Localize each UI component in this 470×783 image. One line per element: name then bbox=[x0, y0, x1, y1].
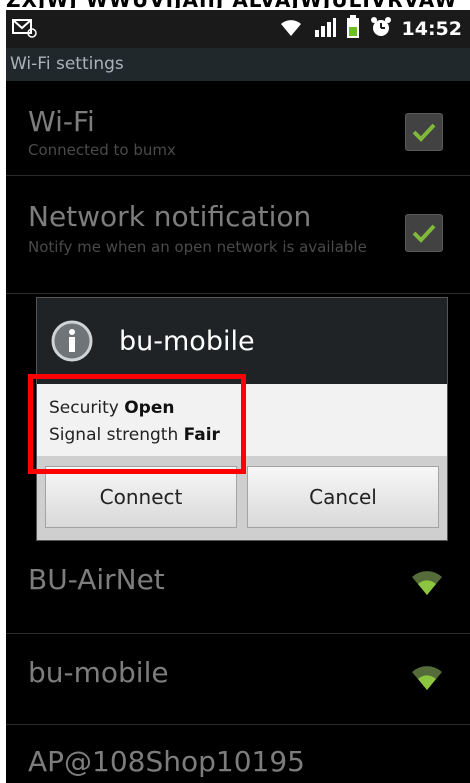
status-bar: 14:52 bbox=[6, 10, 470, 48]
signal-strength-label: Signal strength bbox=[49, 425, 179, 445]
network-name: bu-mobile bbox=[28, 656, 169, 689]
dialog-title: bu-mobile bbox=[119, 326, 255, 357]
notification-envelope-icon bbox=[12, 17, 38, 39]
network-name: BU-AirNet bbox=[28, 563, 165, 596]
cancel-button[interactable]: Cancel bbox=[247, 466, 439, 528]
battery-icon bbox=[346, 15, 360, 43]
security-row: Security Open bbox=[49, 398, 174, 418]
network-name: AP@108Shop10195 bbox=[28, 745, 305, 778]
wifi-signal-icon bbox=[410, 662, 444, 696]
wifi-summary: Connected to bumx bbox=[28, 141, 176, 159]
wifi-title: Wi-Fi bbox=[28, 105, 95, 138]
wifi-toggle-row[interactable]: Wi-Fi Connected to bumx bbox=[6, 81, 470, 173]
checkmark-icon bbox=[412, 224, 436, 243]
status-time: 14:52 bbox=[401, 18, 462, 40]
dialog-header: bu-mobile bbox=[37, 298, 447, 384]
network-notification-checkbox[interactable] bbox=[405, 214, 443, 252]
divider bbox=[6, 293, 470, 294]
signal-strength-row: Signal strength Fair bbox=[49, 425, 220, 445]
wifi-signal-icon bbox=[410, 567, 444, 601]
signal-strength-value: Fair bbox=[183, 425, 220, 445]
security-label: Security bbox=[49, 398, 119, 418]
security-value: Open bbox=[124, 398, 175, 418]
wifi-signal-icon bbox=[278, 16, 304, 42]
network-notification-row[interactable]: Network notification Notify me when an o… bbox=[6, 176, 470, 292]
caption-label: ZXJWJ WWUVIJAIIJ ALVAJWJULIVRVAW bbox=[6, 0, 457, 8]
network-dialog: bu-mobile Security Open Signal strength … bbox=[36, 297, 448, 541]
status-icons: 14:52 bbox=[278, 15, 462, 43]
section-header-label: Wi-Fi settings bbox=[10, 54, 124, 74]
network-item[interactable]: bu-mobile bbox=[6, 634, 470, 724]
alarm-icon bbox=[370, 16, 392, 42]
dialog-details: Security Open Signal strength Fair bbox=[37, 384, 447, 456]
network-item[interactable]: AP@108Shop10195 bbox=[6, 725, 470, 783]
wifi-checkbox[interactable] bbox=[405, 113, 443, 151]
cell-signal-icon bbox=[314, 16, 336, 42]
connect-button[interactable]: Connect bbox=[45, 466, 237, 528]
network-notification-title: Network notification bbox=[28, 200, 312, 233]
info-icon bbox=[51, 320, 93, 362]
checkmark-icon bbox=[412, 123, 436, 142]
phone-screen: 14:52 Wi-Fi settings Wi-Fi Connected to … bbox=[6, 10, 470, 783]
network-item[interactable]: BU-AirNet bbox=[6, 549, 470, 631]
section-header: Wi-Fi settings bbox=[6, 48, 470, 81]
top-caption-text: ZXJWJ WWUVIJAIIJ ALVAJWJULIVRVAW bbox=[0, 0, 470, 8]
network-notification-summary: Notify me when an open network is availa… bbox=[28, 238, 367, 256]
dialog-button-bar: Connect Cancel bbox=[37, 456, 447, 540]
